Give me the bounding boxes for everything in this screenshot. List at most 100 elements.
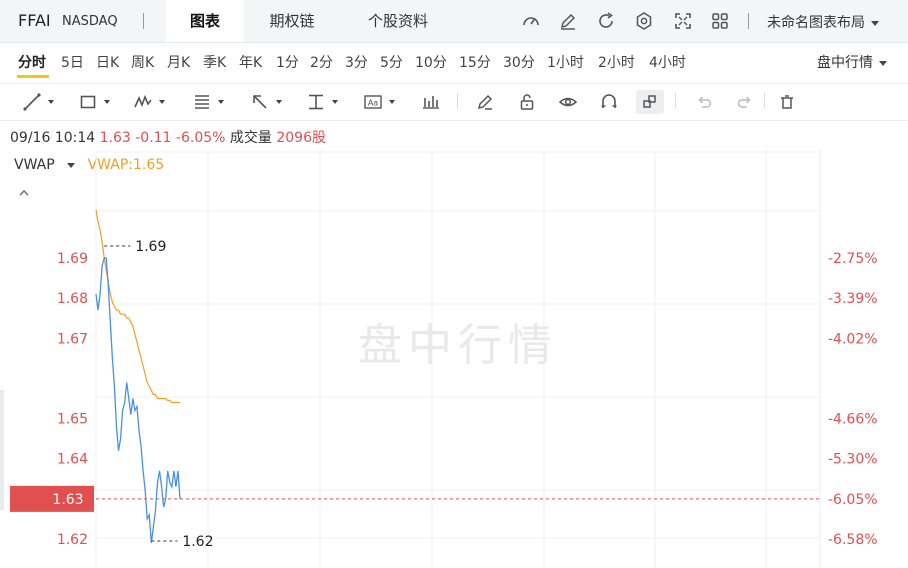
volume-value: 2096股 (276, 130, 326, 146)
pen-icon[interactable] (558, 11, 578, 31)
refresh-icon[interactable] (596, 11, 616, 31)
period-1m[interactable]: 1分 (276, 52, 299, 72)
chevron-down-icon (48, 100, 54, 104)
text-box-icon: Aa (364, 95, 382, 109)
scroll-handle[interactable] (0, 390, 4, 510)
trash-icon (781, 95, 793, 109)
measure-tool[interactable] (306, 90, 338, 114)
tab-chart[interactable]: 图表 (166, 0, 244, 42)
gear-icon[interactable] (634, 11, 654, 31)
period-bar: 分时 5日 日K 周K 月K 季K 年K 1分 2分 3分 5分 10分 15分… (0, 42, 908, 82)
tab-option-chain[interactable]: 期权链 (252, 0, 332, 42)
period-1h[interactable]: 1小时 (547, 52, 584, 72)
undo-button[interactable] (694, 90, 714, 114)
chevron-down-icon (276, 100, 282, 104)
indicator-tool[interactable] (421, 90, 441, 114)
trend-line-tool[interactable] (22, 90, 54, 114)
redo-icon (737, 96, 751, 108)
rectangle-tool[interactable] (78, 90, 110, 114)
rectangle-icon (80, 95, 96, 109)
chevron-down-icon (879, 60, 887, 66)
quote-price: 1.63 (99, 130, 131, 146)
period-year[interactable]: 年K (239, 52, 262, 72)
period-10m[interactable]: 10分 (415, 52, 447, 72)
percent-tick-label: -4.02% (828, 331, 878, 347)
percent-tick-label: -2.75% (828, 251, 878, 267)
bar-chart-icon (423, 96, 439, 109)
period-30m[interactable]: 30分 (503, 52, 535, 72)
price-chart[interactable]: 盘中行情 1.69 1.68 1.67 1.65 1.64 1.62 -2.75% -3.3… (0, 150, 908, 568)
percent-tick-label: -5.30% (828, 452, 878, 468)
period-day[interactable]: 日K (96, 52, 119, 72)
pen-icon (477, 94, 493, 110)
chevron-down-icon (159, 100, 165, 104)
chart-watermark: 盘中行情 (358, 320, 558, 371)
link-tool[interactable] (636, 90, 664, 114)
active-period-indicator (17, 75, 49, 78)
high-marker-label: 1.69 (135, 239, 166, 255)
divider (675, 93, 676, 109)
divider (143, 13, 144, 29)
period-4h[interactable]: 4小时 (649, 52, 686, 72)
tab-stock-profile[interactable]: 个股资料 (350, 0, 446, 42)
measure-icon (309, 94, 323, 110)
svg-text:Aa: Aa (368, 99, 378, 108)
quote-datetime: 09/16 10:14 (10, 130, 96, 146)
lock-tool[interactable] (517, 90, 537, 114)
eraser-tool[interactable] (475, 90, 495, 114)
current-pct-label: -6.05% (828, 492, 878, 508)
fibonacci-tool[interactable] (192, 90, 224, 114)
fibonacci-icon (195, 95, 209, 109)
session-dropdown[interactable]: 盘中行情 (817, 52, 887, 72)
period-5m[interactable]: 5分 (380, 52, 403, 72)
unlock-icon (520, 94, 534, 110)
drawing-toolbar: Aa (0, 83, 908, 121)
arrow-tool[interactable] (250, 90, 282, 114)
divider (748, 13, 749, 29)
percent-tick-label: -3.39% (828, 291, 878, 307)
eye-icon (558, 97, 578, 107)
chevron-down-icon (218, 100, 224, 104)
symbol: FFAI (18, 11, 51, 30)
period-2h[interactable]: 2小时 (598, 52, 635, 72)
low-marker-label: 1.62 (182, 534, 213, 550)
delete-button[interactable] (777, 90, 797, 114)
chevron-down-icon (871, 20, 879, 26)
trend-line-icon (23, 93, 41, 111)
redo-button[interactable] (735, 90, 755, 114)
period-quarter[interactable]: 季K (203, 52, 226, 72)
chevron-down-icon (389, 100, 395, 104)
period-week[interactable]: 周K (131, 52, 154, 72)
divider (457, 93, 458, 109)
period-15m[interactable]: 15分 (459, 52, 491, 72)
period-5d[interactable]: 5日 (61, 52, 84, 72)
volume-label: 成交量 (229, 130, 272, 146)
percent-tick-label: -6.58% (828, 532, 878, 548)
gauge-icon[interactable] (521, 11, 541, 31)
period-intraday[interactable]: 分时 (18, 52, 46, 72)
divider (764, 93, 765, 109)
price-tick-label: 1.68 (57, 291, 88, 307)
period-month[interactable]: 月K (167, 52, 190, 72)
layout-dropdown[interactable]: 未命名图表布局 (767, 12, 879, 32)
layout-label: 未命名图表布局 (767, 15, 865, 31)
percent-tick-label: -4.66% (828, 412, 878, 428)
visibility-tool[interactable] (558, 90, 578, 114)
current-price-label: 1.63 (52, 492, 83, 508)
quote-change-pct: -6.05% (175, 130, 226, 146)
period-2m[interactable]: 2分 (310, 52, 333, 72)
arrow-icon (253, 95, 267, 109)
chevron-down-icon (104, 100, 110, 104)
grid-icon[interactable] (710, 11, 730, 31)
text-tool[interactable]: Aa (363, 90, 395, 114)
undo-icon (698, 96, 712, 108)
period-3m[interactable]: 3分 (345, 52, 368, 72)
price-tick-label: 1.62 (57, 532, 88, 548)
fullscreen-icon[interactable] (673, 11, 693, 31)
quote-change: -0.11 (135, 130, 172, 146)
magnet-tool[interactable] (599, 90, 619, 114)
pattern-tool[interactable] (133, 90, 165, 114)
top-bar: FFAI NASDAQ 图表 期权链 个股资料 未命名图表布局 (0, 0, 908, 43)
wave-pattern-icon (134, 94, 152, 108)
price-tick-label: 1.69 (57, 251, 88, 267)
